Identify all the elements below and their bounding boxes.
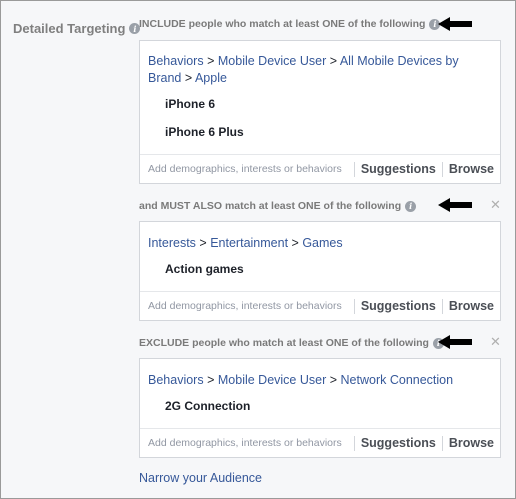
arrow-left-icon	[438, 198, 472, 212]
targeting-item[interactable]: iPhone 6	[140, 97, 500, 111]
must-also-box: Interests > Entertainment > Games Action…	[139, 221, 501, 321]
browse-button[interactable]: Browse	[443, 299, 500, 313]
exclude-category-path: Behaviors > Mobile Device User > Network…	[148, 373, 454, 387]
include-search-bar: Add demographics, interests or behaviors…	[140, 154, 500, 183]
targeting-search-input[interactable]: Add demographics, interests or behaviors	[140, 163, 354, 175]
narrow-audience-link[interactable]: Narrow your Audience	[139, 471, 262, 485]
must-also-search-bar: Add demographics, interests or behaviors…	[140, 291, 500, 320]
crumb-link[interactable]: Interests	[148, 236, 196, 250]
browse-button[interactable]: Browse	[443, 162, 500, 176]
exclude-search-bar: Add demographics, interests or behaviors…	[140, 428, 500, 457]
crumb-link[interactable]: All Mobile Devices by	[340, 54, 459, 68]
targeting-item[interactable]: 2G Connection	[140, 399, 500, 413]
crumb-link[interactable]: Network Connection	[341, 373, 454, 387]
crumb-link[interactable]: Mobile Device User	[218, 54, 326, 68]
remove-section-icon[interactable]: ✕	[490, 198, 501, 213]
detailed-targeting-panel: Detailed Targeting i INCLUDE people who …	[0, 0, 516, 499]
crumb-link[interactable]: Behaviors	[148, 373, 204, 387]
crumb-link[interactable]: Behaviors	[148, 54, 204, 68]
exclude-heading: EXCLUDE people who match at least ONE of…	[139, 337, 444, 349]
arrow-left-icon	[438, 17, 472, 31]
detailed-targeting-label: Detailed Targeting i	[13, 21, 141, 36]
remove-section-icon[interactable]: ✕	[490, 335, 501, 350]
must-also-category-path: Interests > Entertainment > Games	[148, 236, 343, 250]
info-icon[interactable]: i	[405, 200, 417, 212]
suggestions-button[interactable]: Suggestions	[355, 436, 442, 450]
crumb-link[interactable]: Entertainment	[210, 236, 288, 250]
exclude-box: Behaviors > Mobile Device User > Network…	[139, 358, 501, 458]
targeting-item[interactable]: Action games	[140, 262, 500, 276]
must-also-heading: and MUST ALSO match at least ONE of the …	[139, 200, 417, 212]
arrow-left-icon	[438, 335, 472, 349]
browse-button[interactable]: Browse	[443, 436, 500, 450]
include-box: Behaviors > Mobile Device User > All Mob…	[139, 40, 501, 184]
crumb-link[interactable]: Brand	[148, 71, 181, 85]
crumb-link[interactable]: Mobile Device User	[218, 373, 326, 387]
targeting-search-input[interactable]: Add demographics, interests or behaviors	[140, 437, 354, 449]
crumb-link[interactable]: Games	[302, 236, 342, 250]
targeting-item[interactable]: iPhone 6 Plus	[140, 125, 500, 139]
targeting-search-input[interactable]: Add demographics, interests or behaviors	[140, 300, 354, 312]
crumb-link[interactable]: Apple	[195, 71, 227, 85]
suggestions-button[interactable]: Suggestions	[355, 162, 442, 176]
include-category-path: Behaviors > Mobile Device User > All Mob…	[148, 54, 459, 85]
include-heading: INCLUDE people who match at least ONE of…	[139, 18, 441, 30]
suggestions-button[interactable]: Suggestions	[355, 299, 442, 313]
